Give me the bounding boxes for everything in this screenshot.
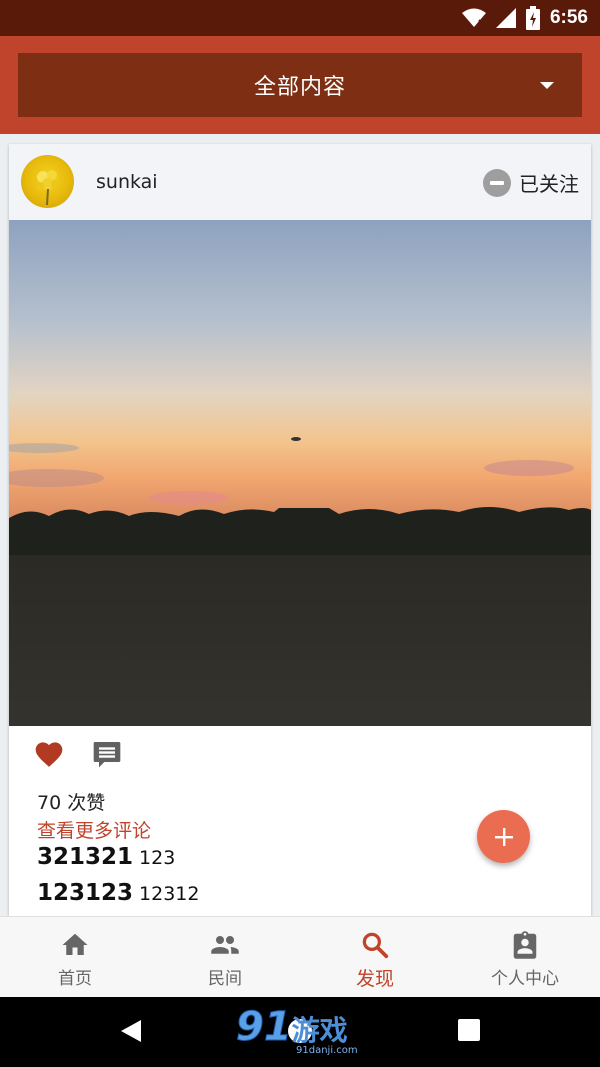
nav-item-discover[interactable]: 发现 (300, 917, 450, 997)
nav-label-profile: 个人中心 (491, 969, 559, 989)
avatar-flower-image (36, 170, 59, 206)
nav-item-home[interactable]: 首页 (0, 917, 150, 997)
plus-icon (494, 827, 513, 846)
follow-button-label: 已关注 (519, 172, 579, 196)
watermark-brand-cn: 游戏 (291, 1014, 348, 1047)
nav-item-profile[interactable]: 个人中心 (450, 917, 600, 997)
view-more-comments-link[interactable]: 查看更多评论 (37, 816, 151, 843)
status-bar: 6:56 (0, 0, 600, 36)
comment-row: 123123 12312 (37, 880, 199, 906)
contact-icon (513, 931, 537, 959)
wifi-icon (461, 8, 486, 27)
comment-author[interactable]: 321321 (37, 844, 133, 870)
minus-circle-icon (483, 168, 511, 197)
avatar[interactable] (21, 155, 74, 208)
comment-author[interactable]: 123123 (37, 880, 133, 906)
watermark-brand: 91 (236, 1004, 293, 1050)
status-time: 6:56 (549, 7, 588, 28)
app-bar: 全部内容 (0, 36, 600, 134)
nav-label-home: 首页 (58, 969, 92, 989)
post-header: sunkai 已关注 (9, 144, 591, 220)
dropdown-arrow-icon (540, 82, 554, 89)
nav-label-discover: 发现 (355, 968, 394, 990)
back-icon[interactable] (120, 1019, 142, 1043)
add-post-button[interactable] (477, 810, 530, 863)
watermark-url: 91danji.com (296, 1045, 358, 1056)
post-username[interactable]: sunkai (96, 171, 158, 193)
home-icon (62, 933, 88, 955)
site-watermark: 91 游戏 91danji.com (236, 1004, 358, 1057)
follow-button[interactable]: 已关注 (483, 168, 579, 197)
likes-count: 70 次赞 (37, 792, 106, 814)
status-icons: 6:56 (461, 0, 588, 36)
post-photo[interactable] (9, 220, 591, 726)
content-filter-dropdown[interactable]: 全部内容 (18, 53, 582, 117)
nav-label-folk: 民间 (208, 969, 242, 989)
comment-text: 123 (139, 847, 176, 869)
signal-icon (495, 8, 516, 28)
nav-item-folk[interactable]: 民间 (150, 917, 300, 997)
recent-apps-button[interactable] (458, 1019, 480, 1041)
search-icon (362, 932, 389, 959)
comment-row: 321321 123 (37, 844, 175, 870)
battery-icon (525, 6, 540, 30)
people-icon (211, 936, 239, 954)
system-navigation-bar: 91 游戏 91danji.com (0, 997, 600, 1067)
comment-text: 12312 (139, 883, 200, 905)
bottom-navigation: 首页 民间 发现 个人中心 (0, 916, 600, 997)
content-filter-label: 全部内容 (253, 75, 346, 100)
post-actions (9, 734, 591, 774)
post-card: sunkai 已关注 70 次赞 查看更多评论 321321 123 12312… (9, 144, 591, 916)
comment-icon[interactable] (91, 738, 123, 770)
heart-icon[interactable] (33, 738, 65, 768)
